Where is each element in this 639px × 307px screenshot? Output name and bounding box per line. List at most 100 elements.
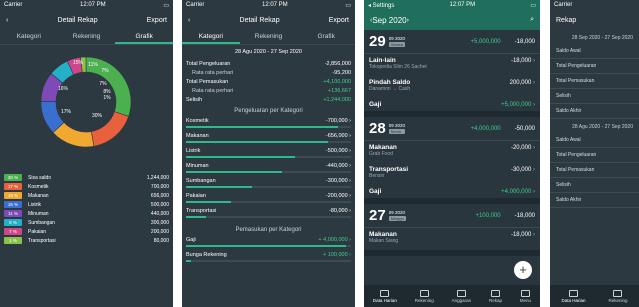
summary-list: Total Pengeluaran -2,856,000 Rata rata per… <box>182 59 355 104</box>
progress-bar <box>186 171 351 173</box>
day-number: 27 <box>369 207 386 224</box>
transaction-item[interactable]: Makanan -20,000 › Grab Food <box>364 141 540 163</box>
back-button[interactable]: ‹ <box>188 17 190 24</box>
export-button[interactable]: Export <box>147 17 167 24</box>
legend-percent: 7 % <box>4 228 22 235</box>
nav-icon <box>613 289 623 297</box>
progress-bar <box>186 141 351 143</box>
screen-rekap: Carrier Rekap 28 Sep 2020 - 27 Sep 2020 … <box>550 0 639 307</box>
transaction-item[interactable]: Pindah Saldo 200,000 › Danamon → Cash <box>364 76 540 98</box>
rekap-row[interactable]: Total Pemasukan <box>550 163 639 178</box>
slice-label: 11% <box>88 62 98 68</box>
rekap-row[interactable]: Total Pengeluaran <box>550 148 639 163</box>
legend-row[interactable]: 1 % Transportasi 80,000 <box>0 236 173 245</box>
settings-back-link[interactable]: ◂ Settings <box>368 2 394 9</box>
category-value: -200,000 › <box>325 193 351 199</box>
transaction-row: Makanan -20,000 › <box>364 144 540 151</box>
expense-item[interactable]: Listrik -500,000 › <box>182 148 355 158</box>
nav-label: Anggaran <box>451 297 472 303</box>
category-row: Minuman -440,000 › <box>182 163 355 169</box>
export-button[interactable]: Export <box>329 17 349 24</box>
rekap-row[interactable]: Selisih <box>550 178 639 193</box>
expense-item[interactable]: Transportasi -80,000 › <box>182 208 355 218</box>
nav-rekening[interactable]: Rekening <box>608 289 628 303</box>
category-row: Listrik -500,000 › <box>182 148 355 154</box>
transaction-item[interactable]: Gaji +5,000,000 › <box>364 98 540 111</box>
day-meta: 09 2020 Minggu <box>388 210 406 221</box>
category-label: Gaji <box>186 237 196 243</box>
legend-value: 440,000 <box>150 210 169 217</box>
nav-rekening[interactable]: Rekening <box>415 289 434 303</box>
rekap-row[interactable]: Saldo Awal <box>550 44 639 59</box>
screen-data-harian: ◂ Settings 12:07 PM ▭ ‹ Sep 2020 › ⌕ 29 0… <box>364 0 540 307</box>
progress-bar <box>186 245 351 247</box>
legend-row[interactable]: 11 % Minuman 440,000 <box>0 209 173 218</box>
category-value: + 100,000 › <box>323 252 351 258</box>
expense-item[interactable]: Minuman -440,000 › <box>182 163 355 173</box>
legend-row[interactable]: 17 % Kosmetik 700,000 <box>0 182 173 191</box>
day-group: 27 09 2020 Minggu +100,000 -18,000 Makanan -18… <box>364 204 540 256</box>
nav-data-harian[interactable]: Data Harian <box>561 289 586 303</box>
carrier-label: Carrier <box>4 2 23 8</box>
nav-data-harian[interactable]: Data Harian <box>373 289 397 303</box>
transaction-note: Grab Food <box>369 151 393 157</box>
tab-rekening[interactable]: Rekening <box>240 30 298 44</box>
legend-label: Transportasi <box>28 237 56 244</box>
add-transaction-button[interactable]: + <box>514 261 532 279</box>
legend-row[interactable]: 8 % Sumbangan 300,000 <box>0 218 173 227</box>
expense-section-title: Pengeluaran per Kategori <box>234 108 303 114</box>
expense-item[interactable]: Sumbangan -300,000 › <box>182 178 355 188</box>
back-button[interactable]: ‹ <box>6 17 8 24</box>
legend-row[interactable]: 7 % Pakaian 200,000 <box>0 227 173 236</box>
transaction-item[interactable]: Makanan -18,000 › Makan Siang <box>364 228 540 250</box>
legend-value: 200,000 <box>150 228 169 235</box>
nav-label: Menu <box>519 297 532 303</box>
tab-rekening[interactable]: Rekening <box>58 30 116 44</box>
income-item[interactable]: Gaji + 4,000,000 › <box>182 237 355 247</box>
legend-percent: 17 % <box>4 183 22 190</box>
rekap-row[interactable]: Total Pemasukan <box>550 74 639 89</box>
tab-kategori[interactable]: Kategori <box>182 30 240 44</box>
rekap-row[interactable]: Saldo Akhir <box>550 193 639 208</box>
rekap-row[interactable]: Saldo Akhir <box>550 104 639 119</box>
category-row: Sumbangan -300,000 › <box>182 178 355 184</box>
progress-bar <box>186 201 351 203</box>
rekap-row[interactable]: Total Pengeluaran <box>550 59 639 74</box>
legend-row[interactable]: 16 % Makanan 656,000 <box>0 191 173 200</box>
summary-label: Total Pengeluaran <box>186 60 231 67</box>
category-value: -500,000 › <box>325 148 351 154</box>
summary-row: Rata rata perhari -95,200 <box>182 68 355 77</box>
expense-item[interactable]: Kosmetik -700,000 › <box>182 118 355 128</box>
rekap-row[interactable]: Selisih <box>550 89 639 104</box>
transaction-item[interactable]: Gaji +4,000,000 › <box>364 185 540 198</box>
summary-value: -95,200 <box>332 69 351 76</box>
income-item[interactable]: Bunga Rekening + 100,000 › <box>182 252 355 262</box>
transaction-item[interactable]: Lain-lain -18,000 › Tokopedia Slim 26 Sach… <box>364 54 540 76</box>
legend-percent: 16 % <box>4 192 22 199</box>
nav-rekap[interactable]: Rekap <box>489 289 502 303</box>
progress-fill <box>186 186 252 188</box>
tab-grafik[interactable]: Grafik <box>297 30 355 44</box>
progress-fill <box>186 201 231 203</box>
summary-label: Selisih <box>186 96 203 103</box>
weekday-badge: Senin <box>388 129 405 134</box>
tab-kategori[interactable]: Kategori <box>0 30 58 44</box>
rekap-row[interactable]: Saldo Awal <box>550 133 639 148</box>
legend-row[interactable]: 30 % Sisa saldo 1,244,000 <box>0 173 173 182</box>
transaction-item[interactable]: Transportasi -30,000 › Bensin <box>364 163 540 185</box>
search-icon[interactable]: ⌕ <box>530 16 534 24</box>
nav-icon <box>456 289 466 297</box>
income-list: Gaji + 4,000,000 › Bunga Rekening + 100,000… <box>182 237 355 262</box>
next-month-button[interactable]: › <box>407 17 409 24</box>
day-number: 29 <box>369 33 386 50</box>
expense-item[interactable]: Makanan -656,000 › <box>182 133 355 143</box>
rekap-list: Saldo Awal Total Pengeluaran Total Pemasuk… <box>550 44 639 119</box>
tab-grafik[interactable]: Grafik <box>115 30 173 44</box>
nav-anggaran[interactable]: Anggaran <box>451 289 472 303</box>
summary-label: Rata rata perhari <box>192 69 234 76</box>
nav-menu[interactable]: Menu <box>519 289 532 303</box>
legend-row[interactable]: 15 % Listrik 500,000 <box>0 200 173 209</box>
legend-percent: 8 % <box>4 219 22 226</box>
category-row: Pakaian -200,000 › <box>182 193 355 199</box>
expense-item[interactable]: Pakaian -200,000 › <box>182 193 355 203</box>
